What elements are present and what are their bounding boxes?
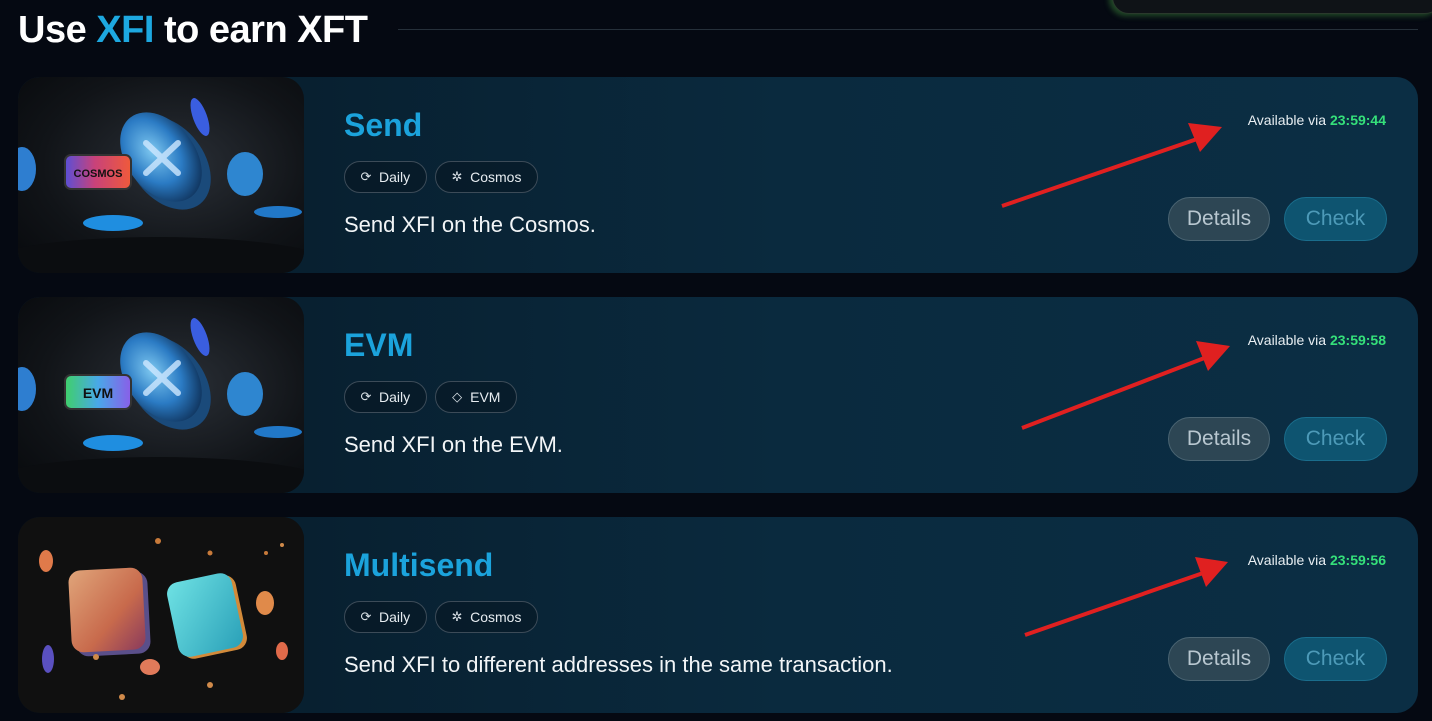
- refresh-icon: ⟳: [360, 609, 372, 624]
- refresh-icon: ⟳: [360, 169, 372, 184]
- task-title: EVM: [344, 327, 414, 363]
- task-tags: ⟳ Daily ✲ Cosmos: [344, 601, 539, 633]
- coin-illustration: COSMOS: [18, 98, 304, 273]
- availability-timer: 23:59:44: [1329, 112, 1386, 128]
- tag-label: Cosmos: [470, 169, 522, 185]
- tag-label: Daily: [379, 609, 411, 625]
- availability-status: Available via 23:59:56: [1248, 552, 1386, 568]
- section-title: Use XFI to earn XFT: [18, 8, 368, 52]
- task-title: Send: [344, 107, 423, 143]
- availability-timer: 23:59:58: [1329, 332, 1386, 348]
- availability-label: Available via: [1247, 552, 1327, 568]
- title-accent: XFI: [96, 8, 154, 51]
- tag-label: EVM: [470, 389, 501, 405]
- wallet-illustration: [18, 517, 304, 713]
- task-card-send: COSMOS Send ⟳ Daily ✲ Cosmos Send XFI on t…: [18, 77, 1418, 273]
- header-divider: [398, 29, 1418, 30]
- tag-label: Daily: [379, 169, 411, 185]
- availability-label: Available via: [1247, 112, 1327, 128]
- title-prefix: Use: [18, 8, 97, 51]
- task-tags: ⟳ Daily ✲ Cosmos: [344, 161, 539, 193]
- tag-network: ✲ Cosmos: [435, 161, 539, 193]
- task-title: Multisend: [344, 547, 494, 583]
- image-badge-text: COSMOS: [74, 168, 123, 180]
- top-widget[interactable]: [1112, 0, 1432, 14]
- check-button[interactable]: Check: [1284, 417, 1387, 461]
- task-description: Send XFI on the EVM.: [344, 432, 563, 457]
- task-image-send: COSMOS: [18, 77, 304, 273]
- task-image-multisend: [18, 517, 304, 713]
- coin-illustration: EVM: [18, 318, 304, 493]
- tag-label: Cosmos: [470, 609, 522, 625]
- availability-status: Available via 23:59:44: [1248, 112, 1386, 128]
- check-button[interactable]: Check: [1284, 197, 1387, 241]
- details-button[interactable]: Details: [1168, 197, 1270, 241]
- cosmos-icon: ✲: [451, 609, 463, 624]
- task-description: Send XFI to different addresses in the s…: [344, 652, 893, 677]
- task-tags: ⟳ Daily ◇ EVM: [344, 381, 518, 413]
- availability-status: Available via 23:59:58: [1248, 332, 1386, 348]
- task-image-evm: EVM: [18, 297, 304, 493]
- details-button[interactable]: Details: [1168, 637, 1270, 681]
- task-card-evm: EVM EVM ⟳ Daily ◇ EVM Send XFI on the EVM.…: [18, 297, 1418, 493]
- image-badge-text: EVM: [83, 385, 113, 401]
- details-button[interactable]: Details: [1168, 417, 1270, 461]
- task-card-multisend: Multisend ⟳ Daily ✲ Cosmos Send XFI to dif…: [18, 517, 1418, 713]
- tag-daily: ⟳ Daily: [344, 381, 428, 413]
- tag-daily: ⟳ Daily: [344, 601, 428, 633]
- tag-daily: ⟳ Daily: [344, 161, 428, 193]
- availability-timer: 23:59:56: [1329, 552, 1386, 568]
- ethereum-icon: ◇: [452, 389, 463, 404]
- cosmos-icon: ✲: [451, 169, 463, 184]
- tag-label: Daily: [379, 389, 411, 405]
- title-suffix: to earn XFT: [153, 8, 368, 51]
- tag-network: ✲ Cosmos: [435, 601, 539, 633]
- task-description: Send XFI on the Cosmos.: [344, 212, 596, 237]
- check-button[interactable]: Check: [1284, 637, 1387, 681]
- section-header: Use XFI to earn XFT: [18, 6, 368, 54]
- tag-network: ◇ EVM: [435, 381, 518, 413]
- availability-label: Available via: [1247, 332, 1327, 348]
- earn-xft-page: Use XFI to earn XFT COSMOS Send ⟳ Daily …: [0, 0, 1432, 721]
- refresh-icon: ⟳: [360, 389, 372, 404]
